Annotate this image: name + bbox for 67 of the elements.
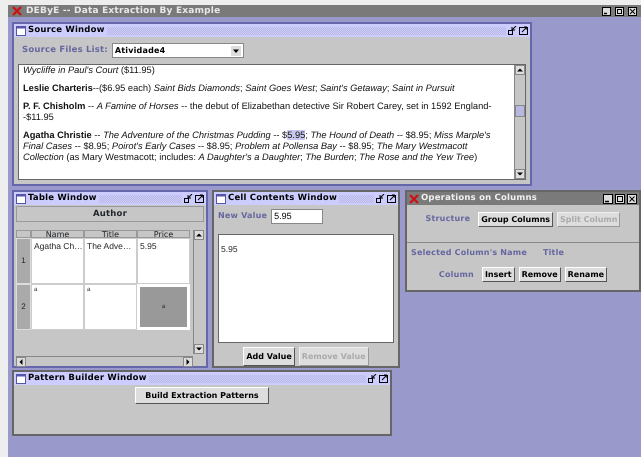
- paragraph: Wycliffe in Paul's Court ($11.95): [23, 65, 156, 76]
- scrollbar[interactable]: [514, 65, 525, 179]
- logo-icon: [409, 194, 419, 204]
- column-header[interactable]: Name: [31, 230, 84, 238]
- field-label: New Value: [218, 210, 268, 222]
- maximize-icon[interactable]: [519, 26, 528, 35]
- scroll-left-icon[interactable]: [16, 357, 26, 367]
- file-dropdown[interactable]: Atividade4: [112, 43, 244, 58]
- button[interactable]: Insert: [482, 267, 515, 282]
- group-header: Author: [16, 206, 204, 222]
- window-title: Source Window: [28, 24, 105, 37]
- scrollbar[interactable]: [16, 356, 193, 366]
- scroll-right-icon[interactable]: [183, 357, 193, 367]
- field-label: Column: [438, 268, 474, 280]
- contents-text: 5.95: [221, 244, 238, 254]
- logo-icon: [12, 6, 22, 16]
- iconify-icon[interactable]: [376, 194, 385, 203]
- column-header[interactable]: Title: [84, 230, 137, 238]
- button[interactable]: Remove: [518, 267, 561, 282]
- button[interactable]: Rename: [564, 267, 608, 282]
- iconify-icon[interactable]: [368, 374, 377, 383]
- value-field[interactable]: 5.95: [271, 208, 324, 224]
- maximize-icon[interactable]: [195, 194, 204, 203]
- title-bar-pattern: [339, 194, 374, 202]
- window-icon: [16, 194, 26, 204]
- iconify-icon[interactable]: [184, 194, 193, 203]
- window-icon: [216, 194, 226, 204]
- paragraph: P. F. Chisholm -- A Famine of Horses -- the debut of Elizabethan detective Sir Robert Carey, set in 1592 England--$11.95: [23, 101, 493, 123]
- row-header[interactable]: 2: [16, 284, 31, 330]
- paragraph: Leslie Charteris--($6.95 each) Saint Bids Diamonds; Saint Goes West; Saint's Getaway; Saint in Pursuit: [23, 83, 456, 94]
- maximize-icon[interactable]: [379, 374, 388, 383]
- button[interactable]: Build Extraction Patterns: [135, 387, 269, 404]
- window-title: Pattern Builder Window: [28, 372, 147, 385]
- scroll-up-icon[interactable]: [515, 65, 525, 75]
- contents-area[interactable]: 5.95: [218, 234, 394, 343]
- close-icon[interactable]: [628, 6, 637, 16]
- table-cell[interactable]: 5.95: [137, 238, 190, 284]
- app-title: DEByE -- Data Extraction By Example: [26, 5, 220, 17]
- field-label: Selected Column's Name: [411, 247, 527, 259]
- table-cell[interactable]: Agatha Ch…: [31, 238, 84, 284]
- row-header[interactable]: 1: [16, 238, 31, 284]
- window-title: Table Window: [28, 192, 97, 205]
- field-label: Source Files List:: [22, 44, 108, 57]
- scroll-thumb[interactable]: [515, 105, 525, 117]
- iconify-icon[interactable]: [508, 26, 517, 35]
- scroll-down-icon[interactable]: [194, 344, 204, 354]
- field-label: Structure: [426, 213, 470, 225]
- minimize-icon[interactable]: [602, 6, 611, 16]
- scroll-down-icon[interactable]: [515, 169, 525, 179]
- window-icon: [16, 374, 26, 384]
- button[interactable]: Add Value: [243, 347, 295, 366]
- minimize-icon[interactable]: [603, 194, 613, 204]
- button[interactable]: Group Columns: [478, 212, 554, 226]
- close-icon[interactable]: [627, 194, 637, 204]
- scroll-up-icon[interactable]: [194, 230, 204, 240]
- window-title: Operations on Columns: [421, 192, 537, 205]
- maximize-icon[interactable]: [387, 194, 396, 203]
- maximize-icon[interactable]: [615, 6, 624, 16]
- column-name-text: Title: [542, 247, 564, 259]
- maximize-icon[interactable]: [615, 194, 625, 204]
- table-cell[interactable]: The Adve…: [84, 238, 137, 284]
- window-icon: [16, 26, 26, 36]
- scrollbar[interactable]: [193, 230, 204, 354]
- corner-header: [16, 230, 31, 238]
- window-title: Cell Contents Window: [228, 192, 337, 205]
- column-header[interactable]: Price: [137, 230, 190, 238]
- paragraph: Agatha Christie -- The Adventure of the Christmas Pudding -- $5.95; The Hound of Death -- $8.95; Miss Marple's Final Cases -- $8.95; Poirot's Early Cases -- $8.95; Problem at Pollensa Bay -- $8.95; The Mary Westmacott Collection (as Mary Westmacott; includes: A Daughter's a Daughter; The Burden; The Rose and the Yew Tree): [23, 130, 492, 163]
